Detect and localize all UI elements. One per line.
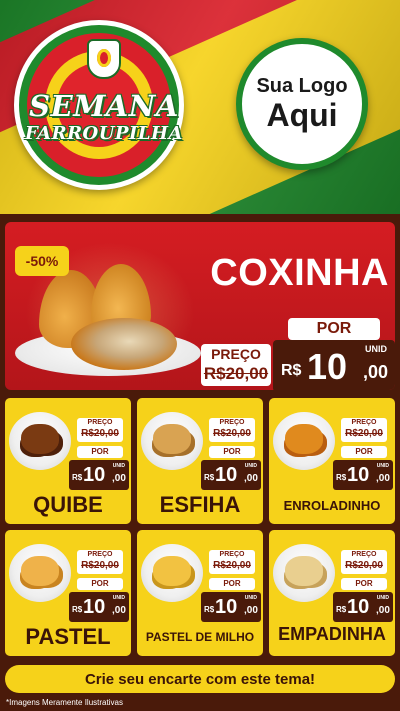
esfiha-image [141, 412, 203, 470]
quibe-image [9, 412, 71, 470]
coat-of-arms-icon [87, 39, 121, 79]
new-price-box: UNID R$ 10 ,00 [201, 592, 261, 622]
featured-por-label: POR [288, 318, 380, 340]
offers-board: -50% COXINHA POR PREÇO R$20,00 UNID R$ 1… [0, 214, 400, 711]
price-decimals: ,00 [363, 362, 389, 382]
product-name: EMPADINHA [278, 624, 386, 644]
old-price-value: R$20,00 [203, 364, 269, 383]
product-card[interactable]: PREÇO R$20,00 POR UNID R$ 10 ,00 ENROLAD… [269, 398, 395, 524]
pastel-image [9, 544, 71, 602]
por-label: POR [341, 578, 387, 590]
por-label: POR [341, 446, 387, 458]
product-card[interactable]: PREÇO R$20,00 POR UNID R$ 10 ,00 EMPADIN… [269, 530, 395, 656]
product-name: PASTEL [25, 624, 111, 649]
old-price-box: PREÇO R$20,00 [341, 550, 387, 574]
featured-old-price-box: PREÇO R$20,00 [201, 344, 271, 386]
por-label: POR [77, 578, 123, 590]
logo-text-line1: Sua Logo [256, 75, 348, 97]
logo-placeholder[interactable]: Sua Logo Aqui [236, 38, 368, 170]
por-label: POR [209, 578, 255, 590]
product-name: PASTEL DE MILHO [145, 630, 255, 644]
product-card[interactable]: PREÇO R$20,00 POR UNID R$ 10 ,00 ESFIHA [137, 398, 263, 524]
product-card[interactable]: PREÇO R$20,00 POR UNID R$ 10 ,00 PASTEL … [137, 530, 263, 656]
featured-product-card[interactable]: -50% COXINHA POR PREÇO R$20,00 UNID R$ 1… [5, 222, 395, 390]
por-label: POR [209, 446, 255, 458]
disclaimer-text: *Imagens Meramente Ilustrativas [6, 698, 123, 707]
new-price-box: UNID R$ 10 ,00 [333, 592, 393, 622]
new-price-box: UNID R$ 10 ,00 [201, 460, 261, 490]
price-integer: 10 [307, 346, 348, 387]
new-price-box: UNID R$ 10 ,00 [69, 460, 129, 490]
old-price-label: PREÇO [211, 346, 261, 362]
cta-banner[interactable]: Crie seu encarte com este tema! [5, 665, 395, 693]
empadinha-image [273, 544, 335, 602]
new-price-box: UNID R$ 10 ,00 [333, 460, 393, 490]
product-name: ESFIHA [159, 492, 241, 517]
pastel-de-milho-image [141, 544, 203, 602]
featured-new-price-box: UNID R$ 10 ,00 [273, 340, 395, 390]
old-price-box: PREÇO R$20,00 [77, 550, 123, 574]
product-grid: PREÇO R$20,00 POR UNID R$ 10 ,00 QUIBE P… [5, 398, 395, 664]
old-price-box: PREÇO R$20,00 [209, 418, 255, 442]
product-card[interactable]: PREÇO R$20,00 POR UNID R$ 10 ,00 QUIBE [5, 398, 131, 524]
event-emblem: SEMANA FARROUPILHA [14, 20, 184, 190]
discount-badge: -50% [15, 246, 69, 276]
featured-product-name: COXINHA [210, 252, 389, 294]
unit-label: UNID [365, 344, 387, 354]
event-title-line2: FARROUPILHA [24, 123, 184, 144]
old-price-box: PREÇO R$20,00 [77, 418, 123, 442]
new-price-box: UNID R$ 10 ,00 [69, 592, 129, 622]
product-name: ENROLADINHO [283, 498, 381, 513]
header-banner: SEMANA FARROUPILHA Sua Logo Aqui [0, 0, 400, 214]
enroladinho-image [273, 412, 335, 470]
event-title-line1: SEMANA [29, 89, 179, 123]
old-price-box: PREÇO R$20,00 [341, 418, 387, 442]
old-price-box: PREÇO R$20,00 [209, 550, 255, 574]
logo-text-line2: Aqui [266, 97, 338, 133]
product-name: QUIBE [33, 492, 103, 517]
por-label: POR [77, 446, 123, 458]
product-card[interactable]: PREÇO R$20,00 POR UNID R$ 10 ,00 PASTEL [5, 530, 131, 656]
currency-label: R$ [281, 362, 302, 379]
